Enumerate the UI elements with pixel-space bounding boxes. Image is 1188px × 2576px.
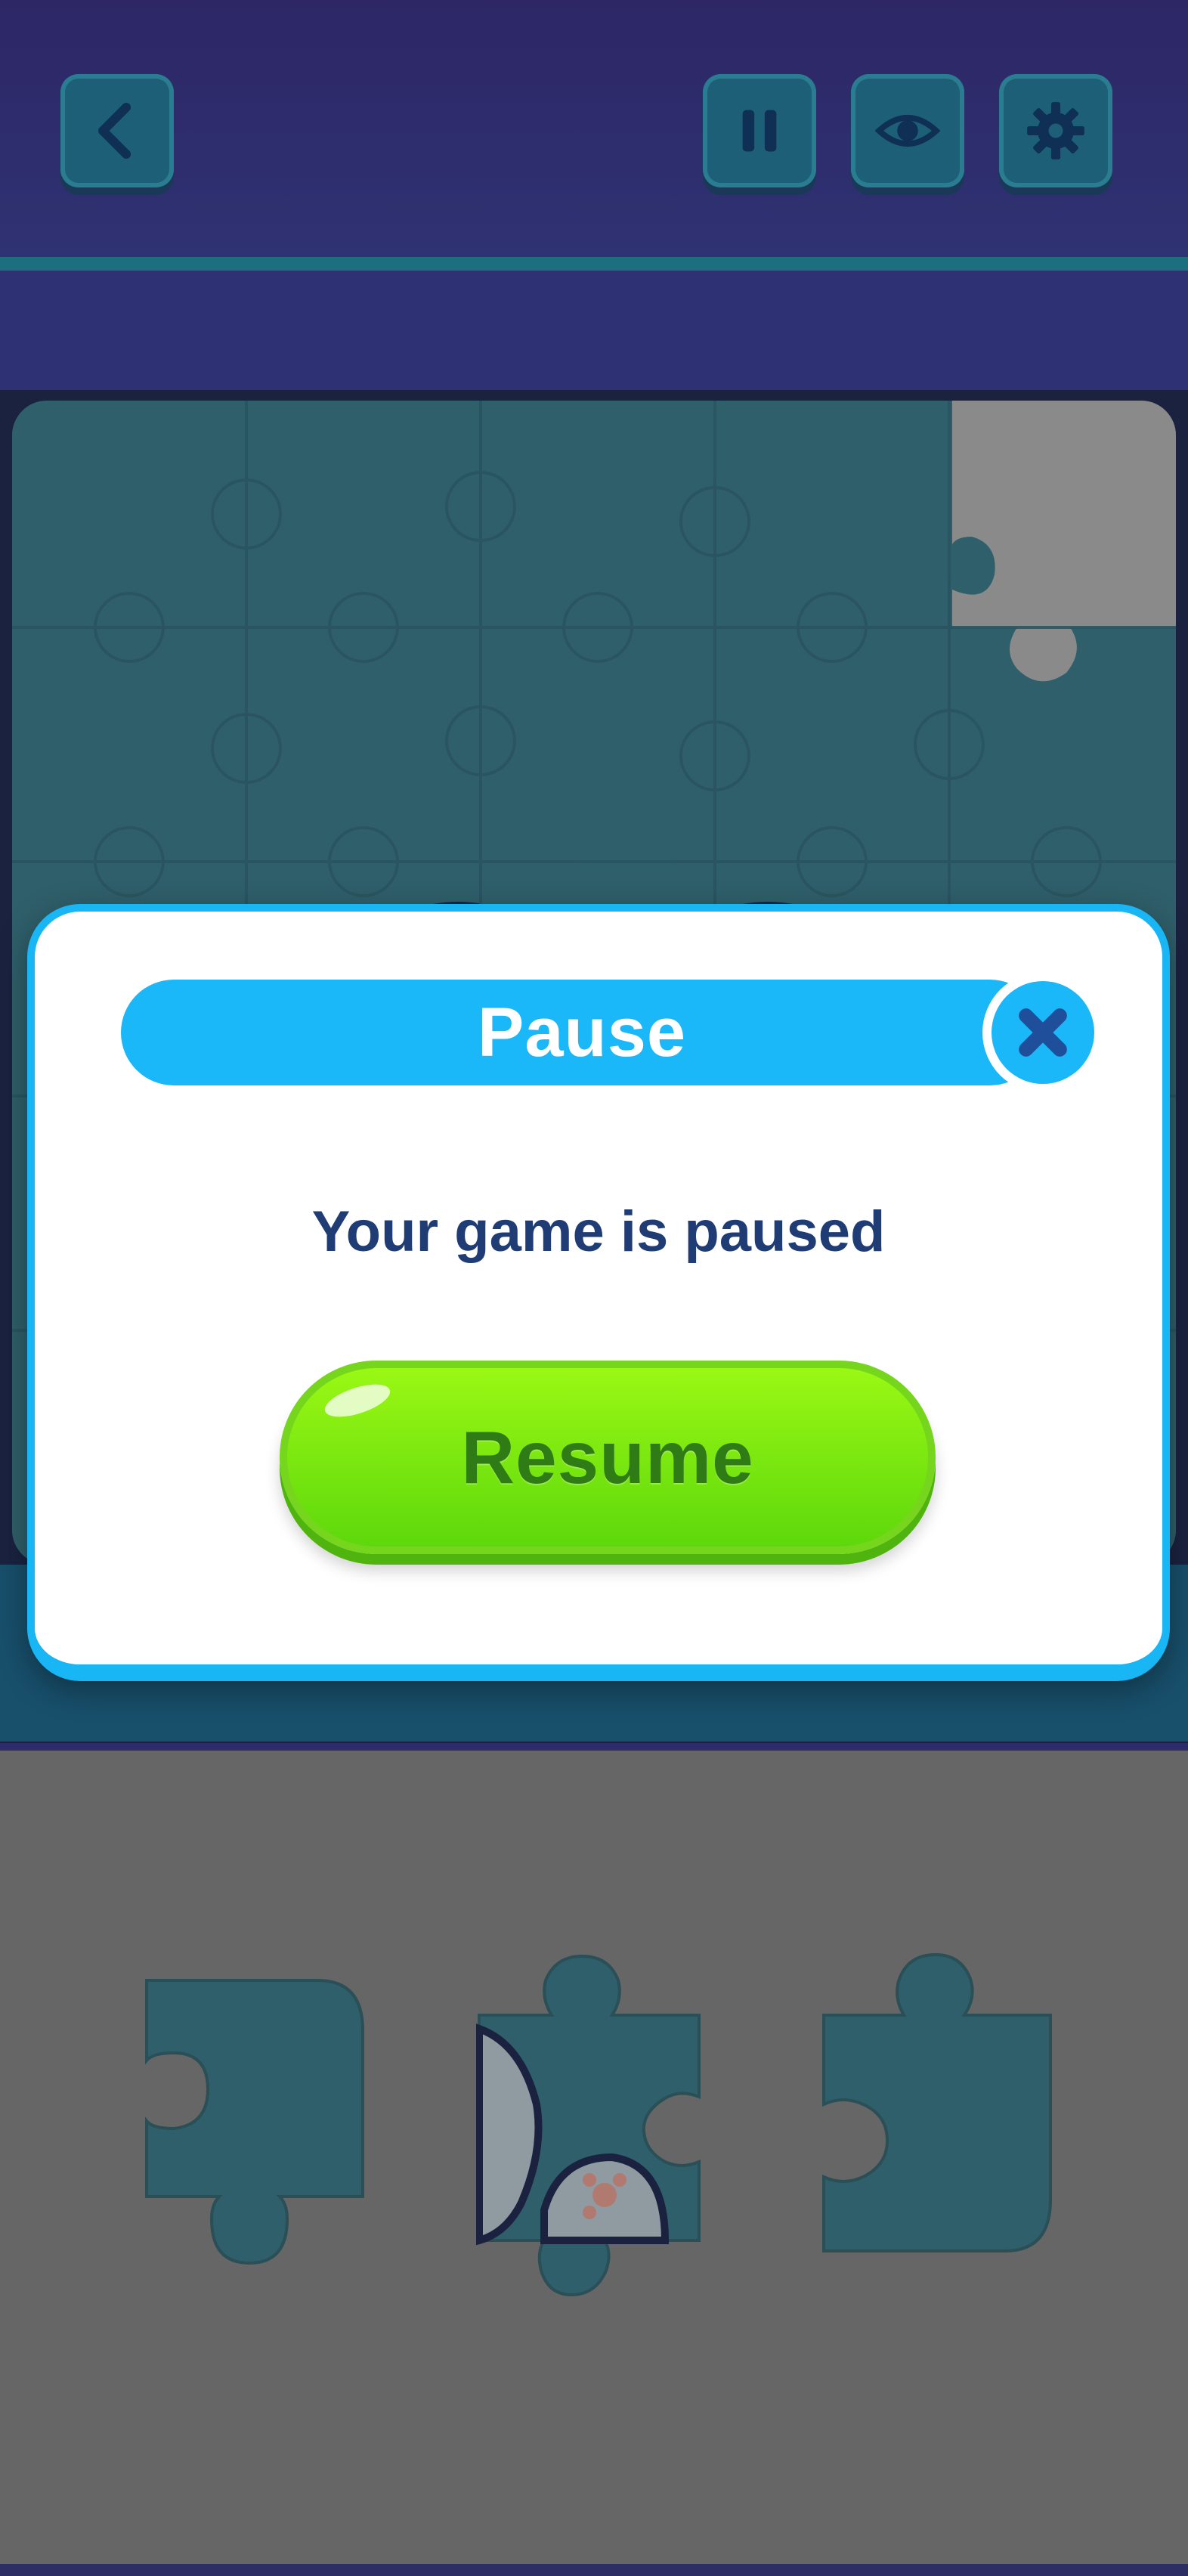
- header-band: [0, 271, 1188, 392]
- resume-label: Resume: [461, 1415, 754, 1499]
- close-button[interactable]: [982, 972, 1103, 1093]
- top-bar-divider: [0, 257, 1188, 271]
- puzzle-piece[interactable]: [144, 1977, 370, 2272]
- dialog-title-bar: Pause: [121, 980, 1043, 1085]
- tray-bottom-strip: [0, 2564, 1188, 2576]
- pause-dialog: Pause Your game is paused Resume: [27, 904, 1170, 1681]
- puzzle-piece[interactable]: [476, 1953, 703, 2301]
- dialog-message: Your game is paused: [311, 1200, 886, 1264]
- puzzle-piece[interactable]: [821, 1950, 1055, 2260]
- settings-button[interactable]: [999, 74, 1112, 187]
- preview-button[interactable]: [851, 74, 964, 187]
- eye-icon: [875, 114, 940, 147]
- dialog-title: Pause: [477, 993, 687, 1071]
- pause-icon: [742, 110, 777, 152]
- chevron-left-icon: [98, 103, 131, 159]
- pause-button[interactable]: [703, 74, 816, 187]
- gear-icon: [1027, 102, 1084, 159]
- back-button[interactable]: [60, 74, 174, 187]
- close-icon: [1019, 1008, 1067, 1057]
- resume-button[interactable]: Resume: [280, 1361, 936, 1554]
- button-gloss: [320, 1377, 394, 1424]
